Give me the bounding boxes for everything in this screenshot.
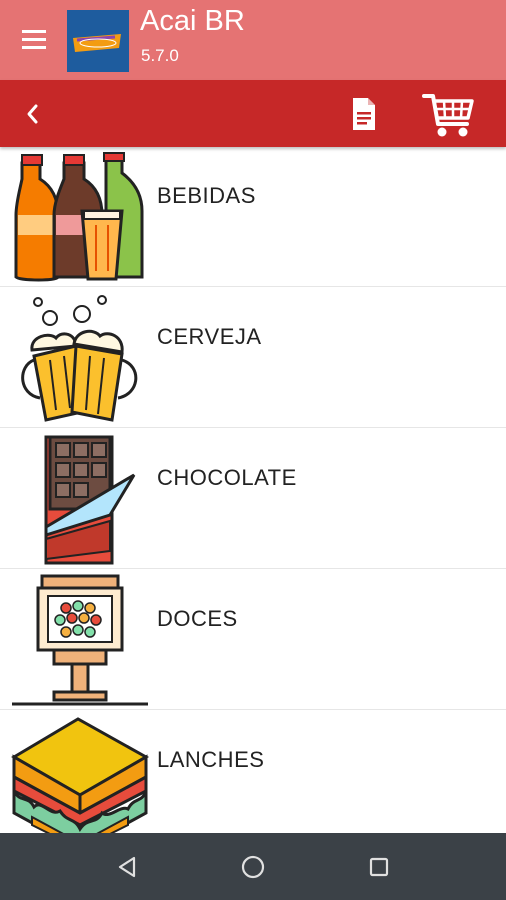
app-title: Acai BR <box>140 5 245 37</box>
document-icon <box>353 98 375 130</box>
app-logo <box>67 10 129 72</box>
category-item-bebidas[interactable]: BEBIDAS <box>0 147 506 287</box>
chevron-left-icon <box>27 104 38 124</box>
menu-icon <box>22 30 46 49</box>
sandwich-icon <box>11 717 150 833</box>
nav-back-button[interactable] <box>110 850 144 884</box>
category-item-lanches[interactable]: LANCHES <box>0 711 506 833</box>
category-label: CHOCOLATE <box>157 465 297 490</box>
triangle-back-icon <box>118 856 136 878</box>
nav-recents-button[interactable] <box>362 850 396 884</box>
cart-button[interactable] <box>420 88 476 140</box>
soda-bottles-icon <box>14 152 144 282</box>
category-item-doces[interactable]: DOCES <box>0 570 506 710</box>
category-label: CERVEJA <box>157 324 262 349</box>
menu-button[interactable] <box>14 24 54 56</box>
category-label: LANCHES <box>157 747 265 772</box>
toolbar <box>0 80 506 147</box>
square-recents-icon <box>369 857 389 877</box>
chocolate-bar-icon <box>44 435 136 565</box>
category-label: DOCES <box>157 606 238 631</box>
category-list: BEBIDAS CERVEJA CHOCOLATE DOCES LANCHES <box>0 147 506 833</box>
nav-home-button[interactable] <box>236 850 270 884</box>
app-bar: Acai BR 5.7.0 <box>0 0 506 80</box>
system-nav-bar <box>0 833 506 900</box>
back-button[interactable] <box>16 96 52 132</box>
app-version: 5.7.0 <box>141 46 179 65</box>
cart-icon <box>422 94 474 137</box>
category-item-chocolate[interactable]: CHOCOLATE <box>0 429 506 569</box>
circle-home-icon <box>241 855 265 879</box>
beer-mugs-icon <box>21 295 138 422</box>
document-button[interactable] <box>344 94 384 134</box>
category-item-cerveja[interactable]: CERVEJA <box>0 288 506 428</box>
category-label: BEBIDAS <box>157 183 256 208</box>
candy-machine-icon <box>12 574 148 706</box>
